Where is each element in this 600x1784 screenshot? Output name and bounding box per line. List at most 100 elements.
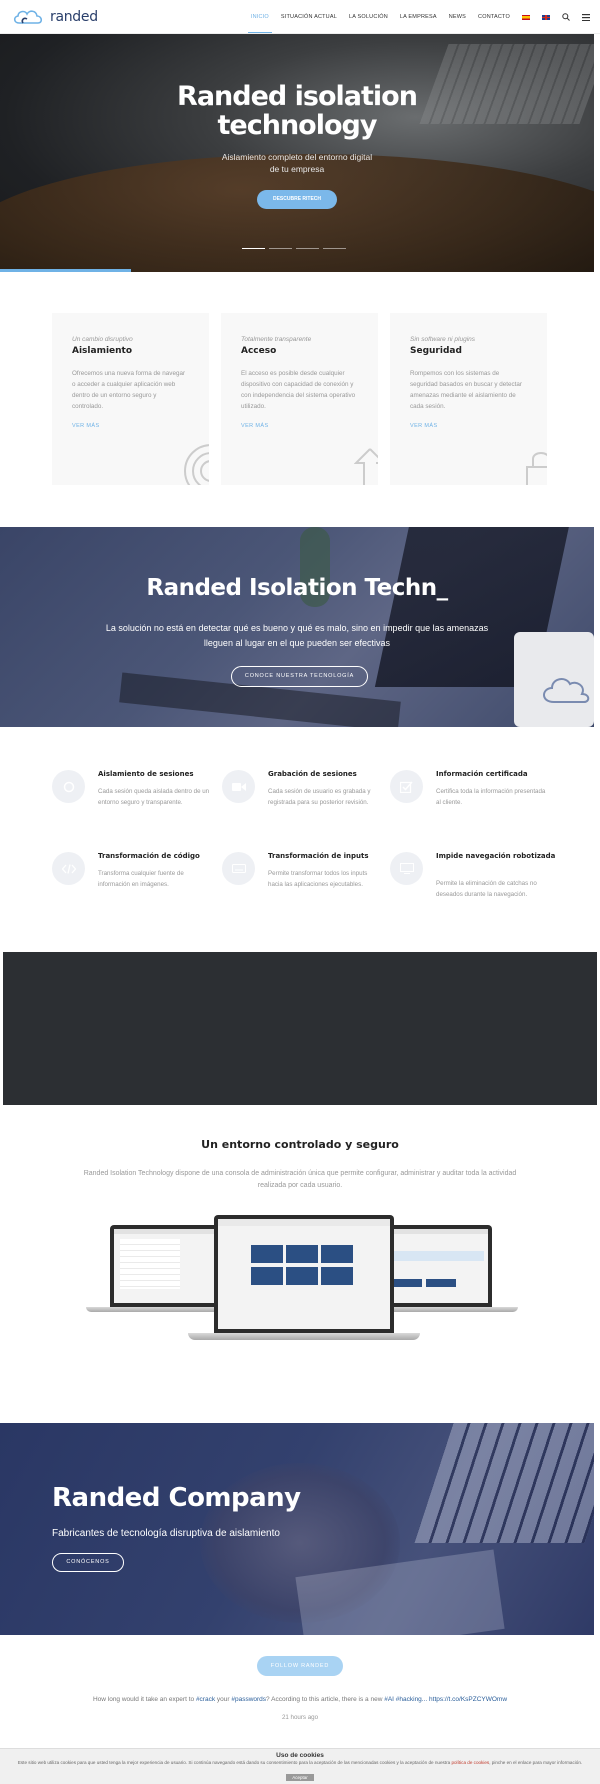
technology-banner: Randed Isolation Techn_ La solución no e… [0, 527, 594, 727]
slider-progress-bar [0, 269, 131, 272]
hero-title: Randed isolation technology [0, 82, 594, 140]
slider-dot[interactable] [242, 248, 265, 249]
ver-mas-link[interactable]: Ver más [241, 423, 358, 429]
hero-title-line2: technology [217, 110, 378, 141]
banner-title: Randed Isolation Techn_ [146, 575, 448, 601]
feature-title: Aislamiento de sesiones [98, 770, 194, 778]
menu-icon[interactable] [582, 13, 590, 21]
nav-item-la-solucion[interactable]: La solución [349, 0, 388, 34]
card-text: El acceso es posible desde cualquier dis… [241, 370, 356, 410]
slider-dot[interactable] [323, 248, 346, 249]
search-icon[interactable] [562, 13, 570, 21]
hero-subtitle: Aislamiento completo del entorno digital… [0, 151, 594, 175]
target-icon [184, 444, 209, 485]
nav-item-situacion-actual[interactable]: Situación actual [281, 0, 337, 34]
video-block[interactable] [3, 952, 597, 1105]
feature-title: Grabación de sesiones [268, 770, 357, 778]
logo-text: randed [50, 9, 98, 25]
laptop-right-screen [386, 1229, 488, 1303]
nav-item-la-empresa[interactable]: La empresa [400, 0, 437, 34]
arrow-icon [354, 448, 378, 485]
feature-text: Certifica toda la información presentada… [436, 788, 546, 806]
company-subtitle: Fabricantes de tecnología disruptiva de … [52, 1528, 280, 1539]
laptop-center [214, 1215, 394, 1333]
tweet-url-link[interactable]: https://t.co/KsPZCYWOmw [427, 1696, 507, 1703]
nav-item-inicio[interactable]: Inicio [247, 0, 272, 34]
company-section: Randed Company Fabricantes de tecnología… [0, 1423, 594, 1635]
laptop-center-base [188, 1333, 420, 1340]
feature-text: Transforma cualquier fuente de informaci… [98, 870, 184, 888]
card-seguridad: Sin software ni plugins Seguridad Rompem… [390, 313, 547, 485]
nav-item-news[interactable]: News [449, 0, 466, 34]
main-nav: Inicio Situación actual La solución La e… [247, 0, 590, 34]
know-technology-button[interactable]: Conoce nuestra tecnología [231, 666, 368, 687]
hashtag-link[interactable]: #crack [196, 1696, 215, 1703]
tweet-text: your [215, 1696, 232, 1703]
banner-mug-image [514, 632, 594, 727]
ver-mas-link[interactable]: Ver más [72, 423, 189, 429]
screen-icon [390, 852, 423, 885]
feature-cards: Un cambio disruptivo Aislamiento Ofrecem… [52, 313, 548, 485]
cloud-mug-icon [543, 678, 590, 703]
banner-text-line1: La solución no está en detectar qué es b… [105, 623, 489, 633]
feature-text: Cada sesión de usuario es grabada y regi… [268, 788, 371, 806]
console-text-line2: realizada por cada usuario. [257, 1182, 343, 1189]
logo[interactable]: randed [12, 8, 98, 26]
english-flag-icon[interactable] [542, 14, 550, 20]
banner-text-line2: lleguen al lugar en el que pueden ser ef… [203, 638, 391, 648]
console-section-text: Randed Isolation Technology dispone de u… [48, 1168, 552, 1192]
console-laptops-image [82, 1215, 518, 1345]
cookie-policy-link[interactable]: política de cookies [451, 1760, 489, 1765]
follow-randed-button[interactable]: Follow Randed [257, 1656, 343, 1676]
spanish-flag-icon[interactable] [522, 14, 530, 20]
banner-text: La solución no está en detectar qué es b… [80, 621, 514, 651]
card-kicker: Sin software ni plugins [410, 336, 476, 343]
tweet-text: How long would it take an expert to [92, 1696, 196, 1703]
cookie-title: Uso de cookies [276, 1752, 324, 1759]
check-icon [390, 770, 423, 803]
card-title: Acceso [241, 346, 277, 356]
card-text: Ofrecemos una nueva forma de navegar o a… [72, 370, 186, 410]
cookie-text-after: , pinche en el enlace para mayor informa… [489, 1760, 583, 1765]
code-icon [52, 852, 85, 885]
keyboard-icon [222, 852, 255, 885]
slider-dot[interactable] [269, 248, 292, 249]
hero-subtitle-line1: Aislamiento completo del entorno digital [221, 152, 373, 162]
laptop-right [382, 1225, 492, 1307]
conocenos-button[interactable]: Conócenos [52, 1553, 124, 1572]
feature-text: Permite transformar todos los inputs hac… [268, 870, 368, 888]
feature-title: Impide navegación robotizada [436, 852, 556, 860]
circle-icon [52, 770, 85, 803]
card-acceso: Totalmente transparente Acceso El acceso… [221, 313, 378, 485]
tweet-time: 21 hours ago [281, 1714, 319, 1721]
laptop-center-screen [218, 1219, 390, 1329]
lock-icon [526, 452, 547, 485]
latest-tweet: How long would it take an expert to #cra… [0, 1696, 600, 1703]
hashtag-link[interactable]: #passwords [231, 1696, 266, 1703]
accept-cookies-button[interactable]: Aceptar [286, 1773, 314, 1781]
discover-button[interactable]: Descubre RITech [257, 190, 337, 209]
company-keyboard-image [414, 1423, 594, 1543]
hero-title-line1: Randed isolation [177, 81, 418, 112]
hero-slider: Randed isolation technology Aislamiento … [0, 34, 594, 272]
cookie-bar: Uso de cookies Este sitio web utiliza co… [0, 1748, 600, 1784]
ver-mas-link[interactable]: Ver más [410, 423, 527, 429]
hashtag-link[interactable]: #hacking... [396, 1696, 427, 1703]
feature-title: Información certificada [436, 770, 528, 778]
feature-text: Cada sesión queda aislada dentro de un e… [98, 788, 210, 806]
slider-dot[interactable] [296, 248, 319, 249]
laptop-left-screen [114, 1229, 216, 1303]
cloud-logo-icon [13, 10, 43, 24]
tweet-text: ? According to this article, there is a … [266, 1696, 385, 1703]
site-header: randed Inicio Situación actual La soluci… [0, 0, 600, 34]
nav-item-contacto[interactable]: Contacto [478, 0, 510, 34]
hero-subtitle-line2: de tu empresa [269, 164, 325, 174]
console-section-title: Un entorno controlado y seguro [201, 1138, 399, 1151]
feature-title: Transformación de código [98, 852, 200, 860]
card-aislamiento: Un cambio disruptivo Aislamiento Ofrecem… [52, 313, 209, 485]
company-title: Randed Company [52, 1483, 301, 1513]
card-kicker: Un cambio disruptivo [72, 336, 133, 343]
feature-title: Transformación de inputs [268, 852, 369, 860]
feature-text: Permite la eliminación de catchas no des… [436, 880, 537, 898]
hashtag-link[interactable]: #AI [384, 1696, 394, 1703]
